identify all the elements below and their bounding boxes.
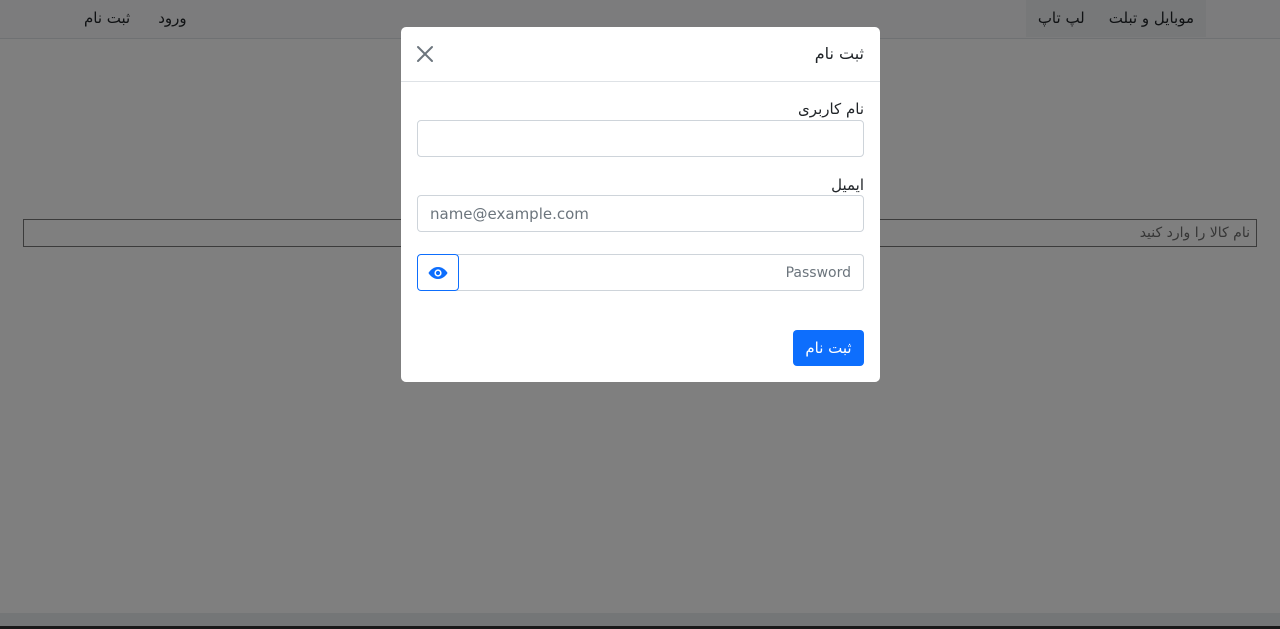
username-input[interactable] [417, 120, 864, 157]
email-label: ایمیل [831, 176, 864, 194]
register-submit-button[interactable]: ثبت نام [793, 330, 864, 366]
register-modal: ثبت نام نام کاربری ایمیل ثبت نام [401, 27, 880, 382]
eye-icon [428, 266, 448, 279]
password-group [417, 254, 864, 291]
toggle-password-button[interactable] [417, 254, 459, 291]
modal-title: ثبت نام [814, 44, 864, 63]
close-button[interactable] [413, 42, 437, 66]
username-label: نام کاربری [798, 100, 864, 118]
email-input[interactable] [417, 195, 864, 232]
close-icon [417, 46, 433, 62]
password-input[interactable] [457, 254, 864, 291]
modal-header: ثبت نام [401, 27, 880, 82]
